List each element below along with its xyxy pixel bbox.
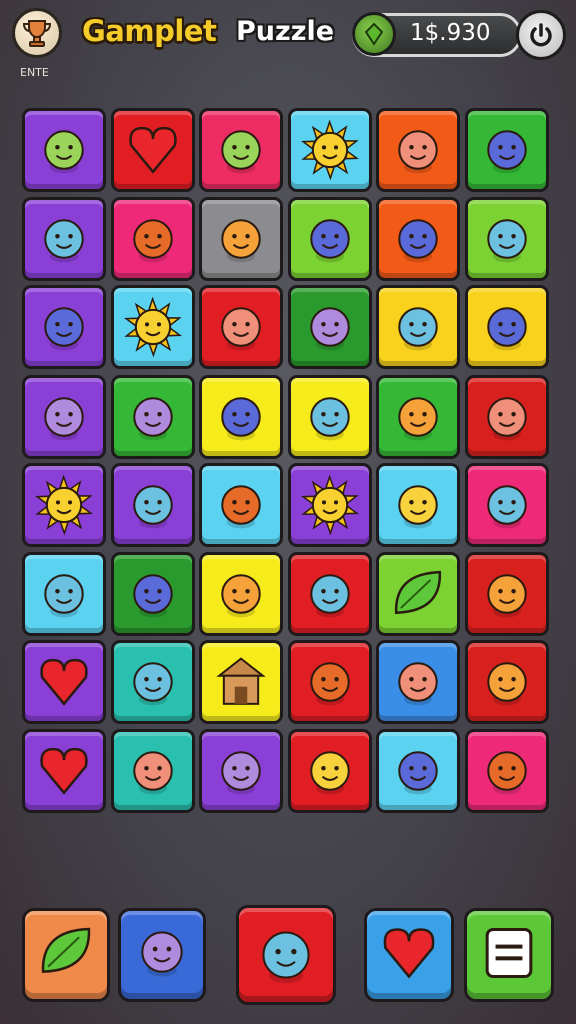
- board-tile[interactable]: [287, 728, 372, 813]
- toolbar-button[interactable]: [464, 908, 554, 1002]
- board-tile[interactable]: [464, 108, 549, 192]
- trophy-button[interactable]: [12, 8, 62, 58]
- game-subtitle: Puzzle: [236, 16, 335, 47]
- board-tile[interactable]: [199, 285, 283, 369]
- board-tile[interactable]: [110, 196, 195, 281]
- board-tile[interactable]: [22, 640, 106, 724]
- trophy-label: ENTE: [20, 66, 49, 79]
- board-tile[interactable]: [376, 374, 460, 459]
- board-tile[interactable]: [199, 640, 283, 724]
- board-tile[interactable]: [376, 196, 460, 281]
- board-tile[interactable]: [376, 551, 460, 636]
- puzzle-board: [22, 108, 554, 860]
- toolbar-button[interactable]: [118, 908, 206, 1002]
- top-bar: ENTE Gamplet Puzzle 1$.930: [0, 0, 576, 90]
- toolbar-button[interactable]: [236, 905, 336, 1005]
- board-tile[interactable]: [464, 640, 549, 724]
- coin-value: 1$.930: [410, 20, 491, 46]
- board-tile[interactable]: [287, 196, 372, 281]
- game-title: Gamplet: [82, 14, 217, 48]
- toolbar-button[interactable]: [22, 908, 110, 1002]
- board-tile[interactable]: [287, 551, 372, 636]
- board-tile[interactable]: [110, 463, 195, 547]
- gem-icon: [352, 12, 396, 56]
- board-tile[interactable]: [110, 728, 195, 813]
- board-tile[interactable]: [199, 551, 283, 636]
- board-tile[interactable]: [110, 374, 195, 459]
- board-tile[interactable]: [110, 551, 195, 636]
- board-tile[interactable]: [287, 285, 372, 369]
- board-tile[interactable]: [287, 108, 372, 192]
- board-tile[interactable]: [22, 374, 106, 459]
- board-tile[interactable]: [464, 728, 549, 813]
- board-tile[interactable]: [464, 551, 549, 636]
- board-tile[interactable]: [287, 640, 372, 724]
- board-tile[interactable]: [464, 196, 549, 281]
- board-tile[interactable]: [376, 463, 460, 547]
- board-tile[interactable]: [110, 640, 195, 724]
- board-tile[interactable]: [22, 196, 106, 281]
- board-tile[interactable]: [376, 285, 460, 369]
- toolbar-button[interactable]: [364, 908, 454, 1002]
- board-tile[interactable]: [199, 728, 283, 813]
- board-tile[interactable]: [464, 285, 549, 369]
- board-tile[interactable]: [110, 285, 195, 369]
- board-tile[interactable]: [199, 196, 283, 281]
- board-tile[interactable]: [376, 108, 460, 192]
- trophy-icon: [22, 20, 52, 47]
- board-tile[interactable]: [199, 463, 283, 547]
- board-tile[interactable]: [287, 374, 372, 459]
- board-tile[interactable]: [22, 108, 106, 192]
- power-icon: [530, 23, 552, 47]
- board-tile[interactable]: [199, 374, 283, 459]
- board-tile[interactable]: [287, 463, 372, 547]
- board-tile[interactable]: [376, 728, 460, 813]
- board-tile[interactable]: [22, 463, 106, 547]
- board-tile[interactable]: [110, 108, 195, 192]
- bottom-toolbar: [0, 900, 576, 1010]
- board-tile[interactable]: [22, 728, 106, 813]
- power-button[interactable]: [516, 10, 566, 60]
- board-tile[interactable]: [22, 551, 106, 636]
- board-tile[interactable]: [464, 374, 549, 459]
- board-tile[interactable]: [22, 285, 106, 369]
- board-tile[interactable]: [376, 640, 460, 724]
- board-tile[interactable]: [199, 108, 283, 192]
- board-tile[interactable]: [464, 463, 549, 547]
